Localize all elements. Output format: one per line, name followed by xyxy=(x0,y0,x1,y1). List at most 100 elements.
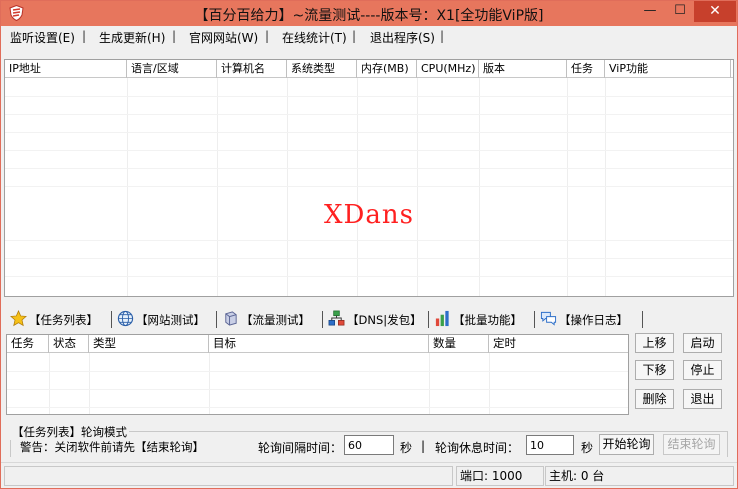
rest-input[interactable] xyxy=(526,435,574,455)
minimize-button[interactable]: — xyxy=(634,1,666,22)
tab-label: 【网站测试】 xyxy=(136,313,205,327)
grid-line xyxy=(567,78,568,296)
grid-line xyxy=(5,150,733,151)
grid-line xyxy=(417,78,418,296)
bar-chart-icon xyxy=(435,310,449,327)
grid-line xyxy=(5,114,733,115)
start-polling-button[interactable]: 开始轮询 xyxy=(599,434,654,455)
tab-label: 【操作日志】 xyxy=(559,313,628,327)
polling-group-title: 【任务列表】轮询模式 xyxy=(10,424,129,440)
column-version[interactable]: 版本 xyxy=(479,60,567,78)
stop-polling-button[interactable]: 结束轮询 xyxy=(663,434,720,455)
grid-line xyxy=(5,168,733,169)
menu-bar: 监听设置(E) | 生成更新(H) | 官网网站(W) | 在线统计(T) | … xyxy=(1,26,737,48)
grid-line xyxy=(429,353,430,414)
rest-unit: 秒 xyxy=(581,441,594,455)
grid-line xyxy=(605,78,606,296)
grid-line xyxy=(287,78,288,296)
tab-separator xyxy=(534,311,535,328)
status-port: 端口: 1000 xyxy=(456,466,544,486)
column-count[interactable]: 数量 xyxy=(429,335,489,353)
interval-label: 轮询间隔时间： xyxy=(258,441,343,455)
column-ip[interactable]: IP地址 xyxy=(5,60,127,78)
menu-online-stats[interactable]: 在线统计(T) xyxy=(282,29,347,46)
tab-label: 【流量测试】 xyxy=(241,313,310,327)
column-cpu[interactable]: CPU(MHz) xyxy=(417,60,479,78)
menu-exit-program[interactable]: 退出程序(S) xyxy=(370,29,435,46)
column-status[interactable]: 状态 xyxy=(49,335,89,353)
interval-unit: 秒 xyxy=(400,441,413,455)
column-type[interactable]: 类型 xyxy=(89,335,209,353)
delete-button[interactable]: 删除 xyxy=(635,389,674,409)
menu-separator: | xyxy=(352,29,357,43)
grid-line xyxy=(49,353,50,414)
interval-input[interactable] xyxy=(344,435,394,455)
grid-line xyxy=(7,407,628,408)
watermark-text: XDans xyxy=(324,200,414,230)
status-hosts: 主机: 0 台 xyxy=(545,466,734,486)
tab-dns-packet[interactable]: 【DNS|发包】 xyxy=(326,306,426,332)
polling-separator: | xyxy=(421,439,426,453)
grid-line xyxy=(5,258,733,259)
grid-line xyxy=(357,78,358,296)
status-bar: 端口: 1000 主机: 0 台 xyxy=(1,462,737,488)
column-task[interactable]: 任务 xyxy=(7,335,49,353)
column-os-type[interactable]: 系统类型 xyxy=(287,60,357,78)
menu-separator: | xyxy=(265,29,270,43)
grid-line xyxy=(7,371,628,372)
tab-bar: 【任务列表】 【网站测试】 【流量测试】 【DNS|发包】 【批量功能】 【操作… xyxy=(4,306,734,332)
start-button[interactable]: 启动 xyxy=(683,333,722,353)
main-window: 【百分百给力】~流量测试----版本号：X1[全功能ViP版] — ☐ ✕ 监听… xyxy=(0,0,738,489)
menu-separator: | xyxy=(82,29,87,43)
globe-icon xyxy=(117,310,134,327)
star-icon xyxy=(10,310,27,327)
column-schedule[interactable]: 定时 xyxy=(489,335,628,353)
title-bar[interactable]: 【百分百给力】~流量测试----版本号：X1[全功能ViP版] — ☐ ✕ xyxy=(1,1,737,26)
maximize-button[interactable]: ☐ xyxy=(666,1,694,22)
menu-separator: | xyxy=(172,29,177,43)
window-title: 【百分百给力】~流量测试----版本号：X1[全功能ViP版] xyxy=(194,8,544,24)
grid-line xyxy=(5,132,733,133)
tab-label: 【批量功能】 xyxy=(453,313,522,327)
tab-operation-log[interactable]: 【操作日志】 xyxy=(538,306,638,332)
grid-line xyxy=(217,78,218,296)
grid-line xyxy=(7,389,628,390)
tab-label: 【任务列表】 xyxy=(29,313,98,327)
exit-button[interactable]: 退出 xyxy=(683,389,722,409)
status-empty xyxy=(4,466,453,486)
move-down-button[interactable]: 下移 xyxy=(635,360,674,380)
polling-warning: 警告：关闭软件前请先【结束轮询】 xyxy=(20,440,204,454)
task-list[interactable]: 任务 状态 类型 目标 数量 定时 xyxy=(6,334,629,415)
tab-website-test[interactable]: 【网站测试】 xyxy=(115,306,215,332)
column-computer-name[interactable]: 计算机名 xyxy=(217,60,287,78)
grid-line xyxy=(5,240,733,241)
menu-generate-update[interactable]: 生成更新(H) xyxy=(99,29,165,46)
host-list[interactable]: IP地址 语言/区域 计算机名 系统类型 内存(MB) CPU(MHz) 版本 … xyxy=(4,59,734,297)
rest-label: 轮询休息时间： xyxy=(435,441,520,455)
host-list-header: IP地址 语言/区域 计算机名 系统类型 内存(MB) CPU(MHz) 版本 … xyxy=(5,60,733,78)
menu-official-site[interactable]: 官网网站(W) xyxy=(189,29,258,46)
tab-task-list[interactable]: 【任务列表】 xyxy=(8,306,110,332)
tab-separator xyxy=(111,311,112,328)
stop-button[interactable]: 停止 xyxy=(683,360,722,380)
column-task[interactable]: 任务 xyxy=(567,60,605,78)
chat-bubbles-icon xyxy=(540,311,557,326)
grid-line xyxy=(89,353,90,414)
tab-label: 【DNS|发包】 xyxy=(347,313,422,327)
tab-traffic-test[interactable]: 【流量测试】 xyxy=(220,306,320,332)
close-button[interactable]: ✕ xyxy=(694,1,736,22)
tab-separator xyxy=(642,311,643,328)
column-target[interactable]: 目标 xyxy=(209,335,429,353)
column-memory[interactable]: 内存(MB) xyxy=(357,60,417,78)
menu-listen-settings[interactable]: 监听设置(E) xyxy=(10,29,75,46)
column-vip[interactable]: ViP功能 xyxy=(605,60,731,78)
grid-line xyxy=(489,353,490,414)
grid-line xyxy=(127,78,128,296)
move-up-button[interactable]: 上移 xyxy=(635,333,674,353)
column-locale[interactable]: 语言/区域 xyxy=(127,60,217,78)
network-icon xyxy=(328,310,345,326)
tab-separator xyxy=(216,311,217,328)
grid-line xyxy=(5,276,733,277)
tab-separator xyxy=(428,311,429,328)
tab-batch-functions[interactable]: 【批量功能】 xyxy=(432,306,532,332)
